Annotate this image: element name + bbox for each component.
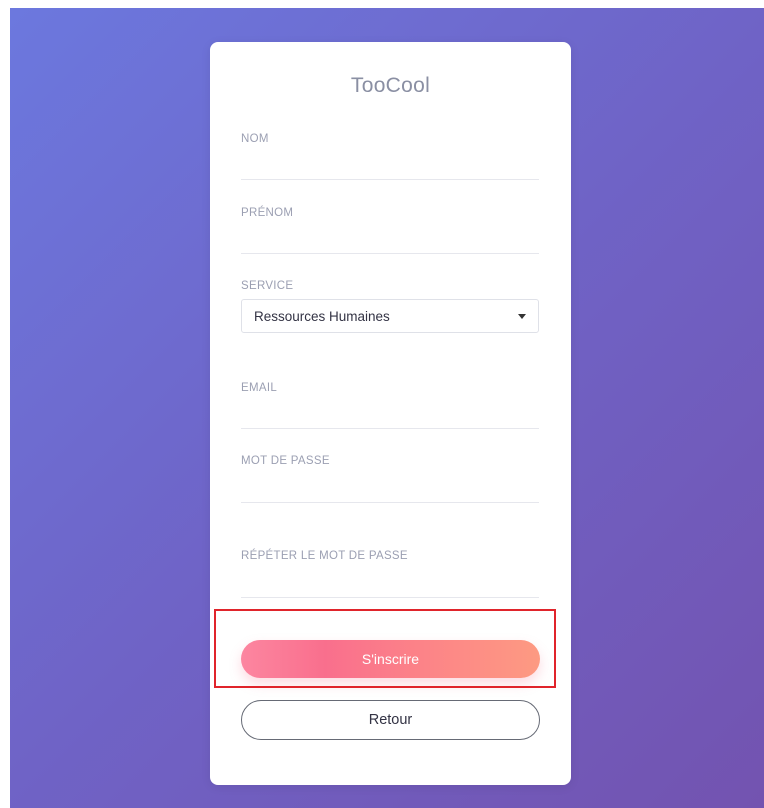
prenom-label: PRÉNOM [241,207,294,219]
email-input[interactable] [241,402,539,429]
app-title: TooCool [350,74,431,97]
back-button[interactable]: Retour [241,700,540,740]
service-select[interactable]: Ressources Humaines [241,299,539,333]
prenom-input[interactable] [241,227,539,254]
password-input[interactable] [241,476,539,503]
service-selected-value: Ressources Humaines [254,308,390,324]
email-label: EMAIL [241,382,278,394]
page-background: TooCool NOM PRÉNOM SERVICE Ressources Hu… [10,8,764,808]
password-label: MOT DE PASSE [241,455,330,467]
nom-label: NOM [241,133,269,145]
caret-down-icon [518,313,526,319]
signup-card: TooCool NOM PRÉNOM SERVICE Ressources Hu… [210,42,571,785]
password-repeat-input[interactable] [241,571,539,598]
nom-input[interactable] [241,153,539,180]
password-repeat-label: RÉPÉTER LE MOT DE PASSE [241,550,408,562]
signup-button[interactable]: S'inscrire [241,640,540,678]
service-label: SERVICE [241,280,294,292]
